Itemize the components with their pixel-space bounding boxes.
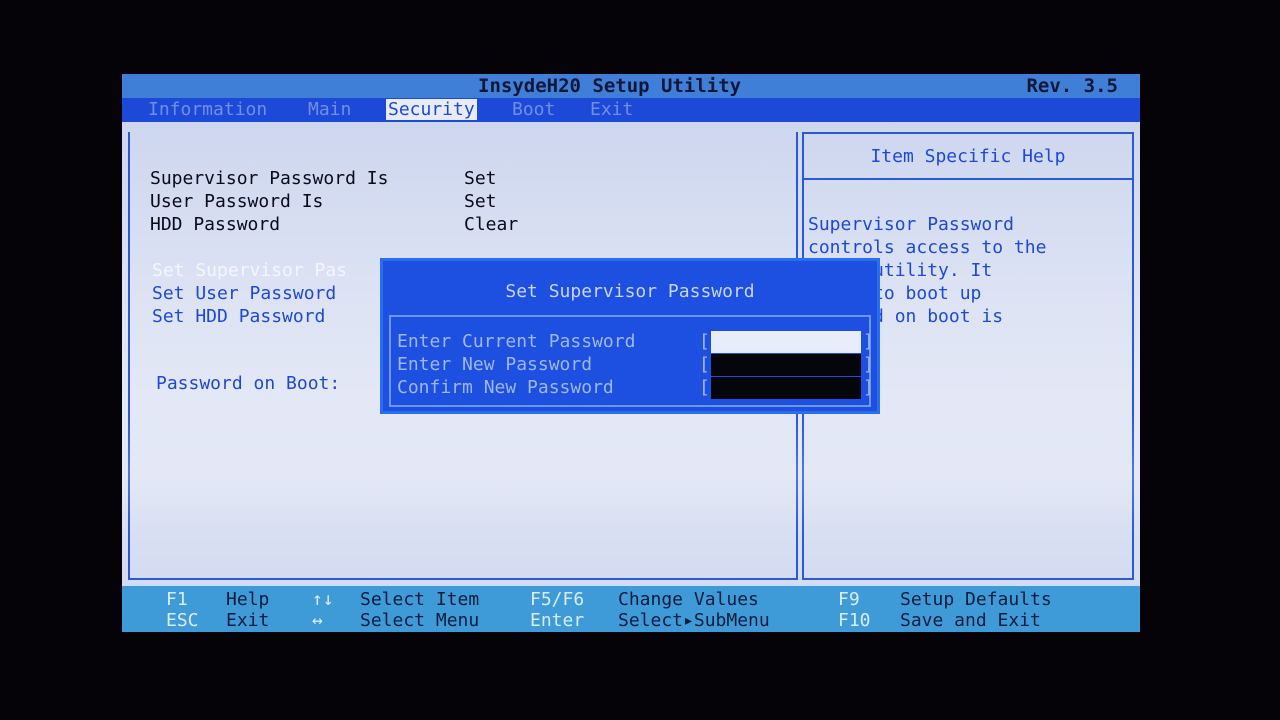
revision-label: Rev. 3.5	[1026, 75, 1118, 97]
key-help-bar: F1 Help ESC Exit ↑↓ Select Item ↔ Select…	[122, 586, 1140, 632]
set-user-password-option[interactable]: Set User Password	[152, 283, 336, 304]
set-hdd-password-option[interactable]: Set HDD Password	[152, 306, 325, 327]
set-supervisor-password-option[interactable]: Set Supervisor Pas	[152, 260, 347, 281]
current-password-input[interactable]	[711, 331, 861, 353]
left-right-arrows-icon: ↔	[312, 610, 323, 631]
f9-key: F9	[838, 589, 860, 610]
save-and-exit-desc: Save and Exit	[900, 610, 1041, 631]
menu-main[interactable]: Main	[308, 99, 351, 120]
help-line: controls access to the	[808, 237, 1047, 258]
f5-f6-key: F5/F6	[530, 589, 585, 610]
menu-security[interactable]: Security	[386, 99, 477, 120]
menu-information[interactable]: Information	[148, 99, 267, 120]
bracket-open: [	[699, 331, 710, 352]
hdd-status-value: Clear	[464, 214, 519, 235]
user-status-value: Set	[464, 191, 497, 212]
help-line: Supervisor Password	[808, 214, 1014, 235]
enter-key: Enter	[530, 610, 585, 631]
f1-desc: Help	[226, 589, 270, 610]
current-password-label: Enter Current Password	[397, 331, 636, 352]
hdd-status-label: HDD Password	[150, 214, 281, 235]
bracket-open: [	[699, 354, 710, 375]
help-title: Item Specific Help	[804, 134, 1132, 180]
new-password-input[interactable]	[711, 354, 861, 376]
new-password-label: Enter New Password	[397, 354, 593, 375]
dialog-title: Set Supervisor Password	[505, 281, 755, 302]
app-title: InsydeH20 Setup Utility	[478, 75, 742, 97]
esc-key: ESC	[166, 610, 199, 631]
title-bar: InsydeH20 Setup Utility Rev. 3.5	[122, 74, 1140, 98]
bracket-close: ]	[863, 377, 874, 398]
menu-exit[interactable]: Exit	[590, 99, 633, 120]
bracket-open: [	[699, 377, 710, 398]
confirm-password-label: Confirm New Password	[397, 377, 614, 398]
change-values-desc: Change Values	[618, 589, 759, 610]
bracket-close: ]	[863, 354, 874, 375]
supervisor-status-label: Supervisor Password Is	[150, 168, 389, 189]
select-menu-desc: Select Menu	[360, 610, 480, 631]
password-on-boot-option[interactable]: Password on Boot:	[156, 373, 340, 394]
f10-key: F10	[838, 610, 871, 631]
select-submenu-desc: Select▸SubMenu	[618, 610, 770, 631]
setup-defaults-desc: Setup Defaults	[900, 589, 1052, 610]
menu-bar: Information Main Security Boot Exit	[122, 98, 1140, 122]
up-down-arrows-icon: ↑↓	[312, 589, 334, 610]
confirm-password-input[interactable]	[711, 377, 861, 399]
dialog-fields: Enter Current Password [ ] Enter New Pas…	[389, 315, 874, 407]
bracket-close: ]	[863, 331, 874, 352]
f1-key: F1	[166, 589, 188, 610]
menu-boot[interactable]: Boot	[512, 99, 555, 120]
esc-desc: Exit	[226, 610, 270, 631]
supervisor-status-value: Set	[464, 168, 497, 189]
select-item-desc: Select Item	[360, 589, 480, 610]
set-supervisor-password-dialog: Set Supervisor Password Enter Current Pa…	[380, 258, 880, 414]
user-status-label: User Password Is	[150, 191, 324, 212]
